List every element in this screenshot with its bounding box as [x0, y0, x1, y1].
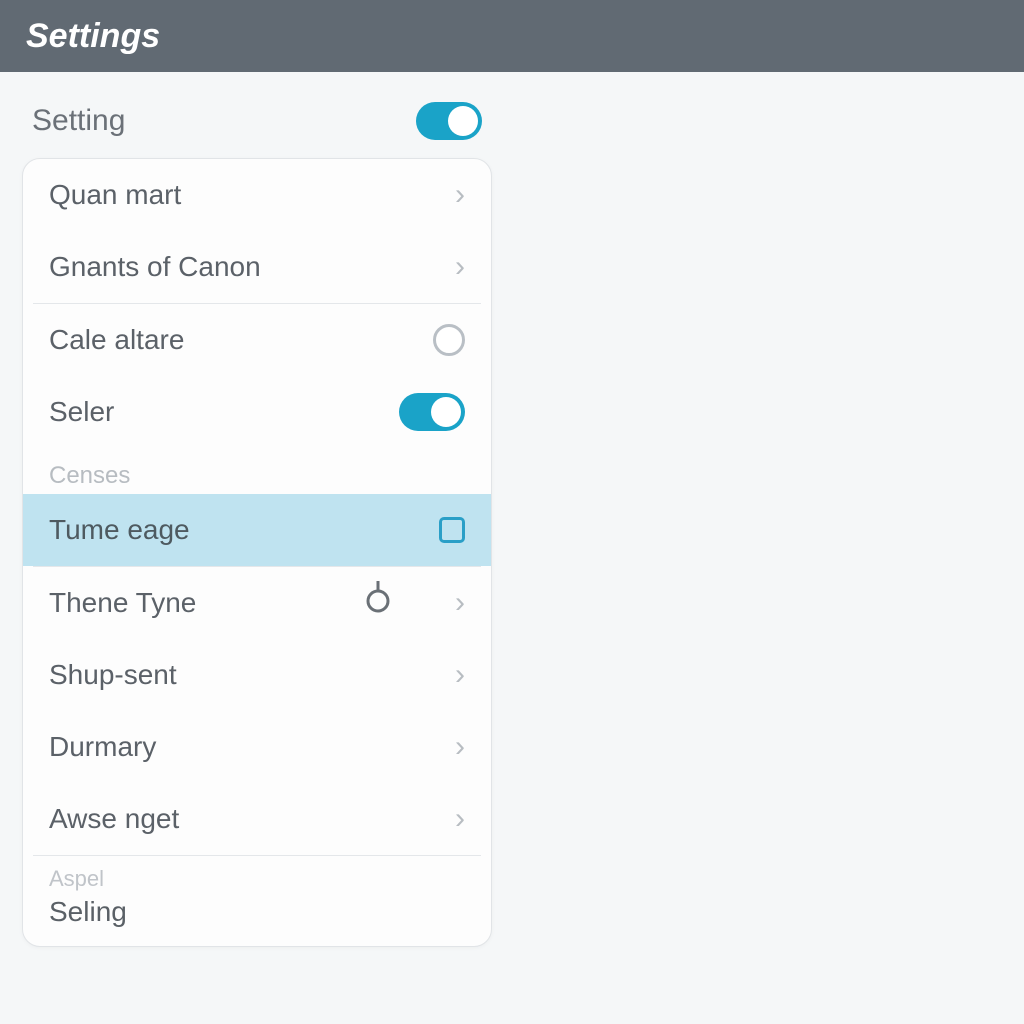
row-label: Tume eage — [49, 514, 427, 546]
row-label: Awse nget — [49, 803, 455, 835]
row-thene-tyne[interactable]: Thene Tyne › — [23, 567, 491, 639]
row-tume-eage[interactable]: Tume eage — [23, 494, 491, 566]
row-seler[interactable]: Seler — [23, 376, 491, 448]
chevron-right-icon: › — [455, 252, 465, 282]
row-durmary[interactable]: Durmary › — [23, 711, 491, 783]
chevron-right-icon: › — [455, 660, 465, 690]
chevron-right-icon: › — [455, 732, 465, 762]
titlebar: Settings — [0, 0, 1024, 72]
master-setting-label: Setting — [32, 104, 416, 138]
row-label: Quan mart — [49, 179, 455, 211]
checkbox-icon[interactable] — [439, 517, 465, 543]
row-label: Thene Tyne — [49, 587, 455, 619]
chevron-right-icon: › — [455, 588, 465, 618]
radio-unchecked-icon[interactable] — [433, 324, 465, 356]
row-quan-mart[interactable]: Quan mart › — [23, 159, 491, 231]
settings-panel: Quan mart › Gnants of Canon › Cale altar… — [22, 158, 492, 947]
master-setting-row[interactable]: Setting — [22, 92, 492, 158]
row-shup-sent[interactable]: Shup-sent › — [23, 639, 491, 711]
master-setting-toggle[interactable] — [416, 102, 482, 140]
row-gnants-of-canon[interactable]: Gnants of Canon › — [23, 231, 491, 303]
row-label: Gnants of Canon — [49, 251, 455, 283]
row-awse-nget[interactable]: Awse nget › — [23, 783, 491, 855]
footer-block: Aspel Seling — [23, 856, 491, 946]
row-label: Shup-sent — [49, 659, 455, 691]
footer-small-label: Aspel — [49, 866, 465, 892]
chevron-right-icon: › — [455, 804, 465, 834]
row-label: Seler — [49, 396, 399, 428]
content: Setting Quan mart › Gnants of Canon › Ca… — [0, 72, 1024, 967]
row-cale-altare[interactable]: Cale altare — [23, 304, 491, 376]
section-header-censes: Censes — [23, 448, 491, 494]
row-label: Cale altare — [49, 324, 433, 356]
page-title: Settings — [26, 17, 160, 56]
chevron-right-icon: › — [455, 180, 465, 210]
seler-toggle[interactable] — [399, 393, 465, 431]
row-label: Durmary — [49, 731, 455, 763]
footer-big-label: Seling — [49, 896, 465, 928]
